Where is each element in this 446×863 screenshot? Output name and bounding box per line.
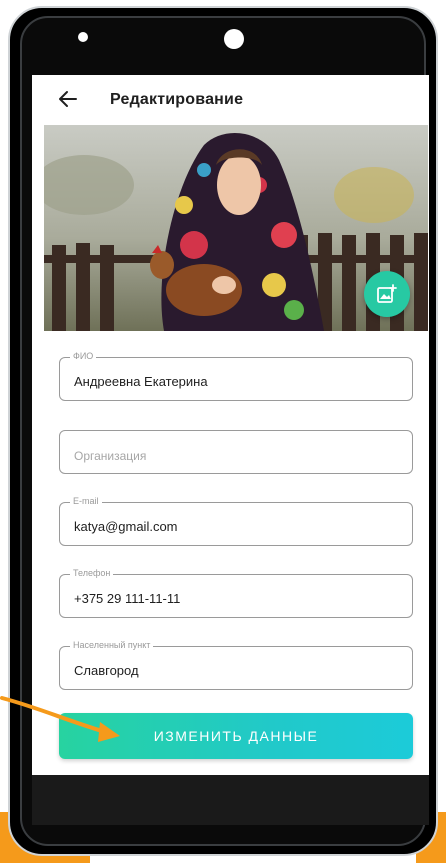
locality-field[interactable]: Населенный пункт Славгород	[59, 640, 413, 690]
fio-field[interactable]: ФИО Андреевна Екатерина	[59, 351, 413, 401]
locality-value: Славгород	[74, 663, 139, 678]
email-field[interactable]: E-mail katya@gmail.com	[59, 496, 413, 546]
phone-bottom-bar	[32, 775, 429, 825]
locality-label: Населенный пункт	[70, 640, 154, 650]
front-camera	[224, 29, 244, 49]
app-bar: Редактирование	[32, 75, 429, 125]
page-title: Редактирование	[110, 91, 244, 108]
update-data-button[interactable]: ИЗМЕНИТЬ ДАННЫЕ	[59, 713, 413, 759]
app-screen: Редактирование ФИО Андреевна Екатерина О…	[32, 75, 429, 775]
phone-field[interactable]: Телефон +375 29 111-11-11	[59, 568, 413, 618]
speaker-dot	[78, 32, 88, 42]
phone-value: +375 29 111-11-11	[74, 591, 181, 606]
organization-placeholder: Организация	[74, 449, 147, 463]
add-photo-icon	[377, 284, 397, 303]
change-photo-button[interactable]	[364, 271, 410, 317]
phone-label: Телефон	[70, 568, 114, 578]
fio-value: Андреевна Екатерина	[74, 374, 208, 389]
stage: Редактирование ФИО Андреевна Екатерина О…	[0, 0, 446, 863]
arrow-left-icon[interactable]	[56, 87, 80, 111]
email-value: katya@gmail.com	[74, 519, 178, 534]
fio-label: ФИО	[70, 351, 97, 361]
email-label: E-mail	[70, 496, 102, 506]
organization-field[interactable]: Организация	[59, 430, 413, 474]
